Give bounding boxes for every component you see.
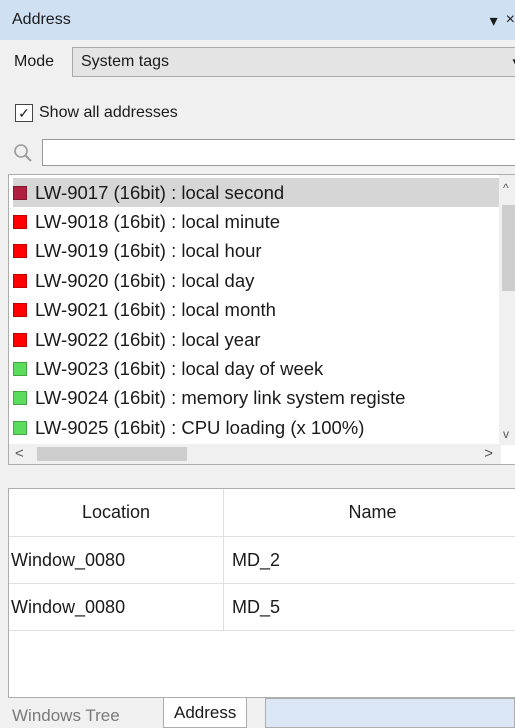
location-cell: Window_0080: [9, 584, 224, 630]
scroll-up-icon[interactable]: ^: [503, 181, 509, 195]
vertical-scroll-thumb[interactable]: [502, 205, 515, 291]
name-cell: MD_5: [232, 596, 281, 617]
tab-windows-tree[interactable]: Windows Tree: [12, 704, 120, 728]
address-list-item[interactable]: LW-9018 (16bit) : local minute: [13, 207, 501, 236]
tab-strip-fill: [265, 698, 515, 728]
table-row[interactable]: Window_0080 MD_5: [9, 584, 515, 631]
tag-color-icon: [13, 391, 27, 406]
dropdown-icon[interactable]: ▾: [490, 11, 498, 31]
title-buttons: ▾ ×: [490, 11, 515, 31]
address-label: LW-9020 (16bit) : local day: [35, 269, 255, 291]
horizontal-scroll-thumb[interactable]: [37, 447, 187, 461]
name-cell: MD_2: [232, 549, 281, 570]
horizontal-scrollbar[interactable]: < >: [9, 444, 501, 464]
tag-color-icon: [13, 273, 27, 288]
tag-color-icon: [13, 214, 27, 229]
panel-title: Address: [12, 11, 71, 28]
tag-color-icon: [13, 361, 27, 376]
mode-value: System tags: [81, 53, 170, 70]
mode-select[interactable]: System tags ▾: [72, 47, 515, 77]
tag-color-icon: [13, 303, 27, 318]
search-icon: [14, 144, 32, 162]
mode-label: Mode: [14, 53, 55, 70]
show-all-checkbox[interactable]: ✓ Show all addresses: [15, 104, 178, 122]
tag-color-icon: [13, 185, 27, 200]
tag-color-icon: [13, 332, 27, 347]
address-list[interactable]: LW-9017 (16bit) : local second LW-9018 (1…: [8, 174, 515, 465]
address-label: LW-9025 (16bit) : CPU loading (x 100%): [35, 416, 365, 438]
search-input[interactable]: [42, 139, 515, 166]
address-list-item[interactable]: LW-9025 (16bit) : CPU loading (x 100%): [13, 413, 501, 442]
table-row[interactable]: Window_0080 MD_2: [9, 537, 515, 584]
vertical-scrollbar[interactable]: ^ v: [499, 175, 515, 445]
show-all-label: Show all addresses: [39, 104, 178, 121]
mode-row: Mode System tags ▾: [0, 45, 515, 79]
address-label: LW-9018 (16bit) : local minute: [35, 210, 281, 232]
address-list-item[interactable]: LW-9022 (16bit) : local year: [13, 325, 501, 354]
scroll-down-icon[interactable]: v: [503, 427, 509, 441]
address-label: LW-9022 (16bit) : local year: [35, 328, 261, 350]
address-list-item[interactable]: LW-9017 (16bit) : local second: [13, 178, 501, 207]
location-cell: Window_0080: [9, 537, 224, 583]
address-label: LW-9024 (16bit) : memory link system reg…: [35, 387, 406, 409]
usage-table: Location Name Window_0080 MD_2 Window_00…: [8, 488, 515, 698]
location-header[interactable]: Location: [9, 489, 224, 537]
tag-color-icon: [13, 244, 27, 259]
address-list-item[interactable]: LW-9023 (16bit) : local day of week: [13, 354, 501, 383]
scroll-right-icon[interactable]: >: [484, 445, 493, 462]
check-mark-icon: ✓: [18, 105, 30, 121]
panel-title-bar: Address ▾ ×: [0, 0, 515, 40]
address-list-item[interactable]: LW-9020 (16bit) : local day: [13, 266, 501, 295]
address-list-item[interactable]: LW-9021 (16bit) : local month: [13, 296, 501, 325]
address-label: LW-9017 (16bit) : local second: [35, 181, 285, 203]
scroll-left-icon[interactable]: <: [15, 445, 24, 462]
tag-color-icon: [13, 420, 27, 435]
bottom-tabs: Windows Tree Address: [0, 698, 515, 728]
close-icon[interactable]: ×: [506, 11, 515, 31]
address-list-item[interactable]: LW-9019 (16bit) : local hour: [13, 237, 501, 266]
address-label: LW-9023 (16bit) : local day of week: [35, 357, 324, 379]
address-list-item[interactable]: LW-9024 (16bit) : memory link system reg…: [13, 384, 501, 413]
address-label: LW-9019 (16bit) : local hour: [35, 240, 262, 262]
address-label: LW-9021 (16bit) : local month: [35, 299, 276, 321]
tab-address[interactable]: Address: [163, 698, 248, 728]
checkbox-icon[interactable]: ✓: [15, 104, 33, 122]
name-header[interactable]: Name: [224, 489, 515, 537]
